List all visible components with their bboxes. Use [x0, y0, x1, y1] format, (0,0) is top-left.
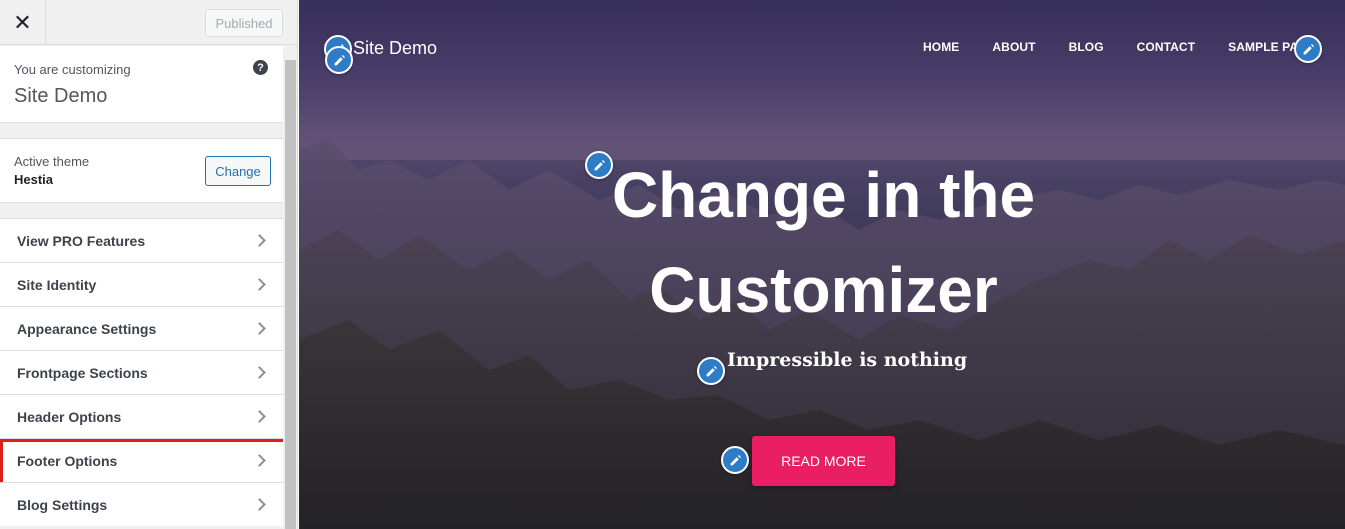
close-customizer-button[interactable]: ✕	[0, 0, 46, 45]
customizing-site-name: Site Demo	[14, 85, 108, 107]
menu-item-view-pro-features[interactable]: View PRO Features	[0, 218, 283, 262]
menu-item-blog-settings[interactable]: Blog Settings	[0, 482, 283, 526]
pencil-icon[interactable]	[721, 446, 749, 474]
read-more-button[interactable]: READ MORE	[752, 436, 895, 486]
customizer-menu: View PRO Features Site Identity Appearan…	[0, 218, 290, 526]
help-icon-glyph: ?	[257, 61, 264, 74]
customizer-header: ✕ Published	[0, 0, 297, 45]
nav-link-about[interactable]: ABOUT	[992, 40, 1035, 54]
change-theme-button[interactable]: Change	[205, 156, 271, 186]
chevron-right-icon	[253, 234, 266, 247]
primary-nav: HOME ABOUT BLOG CONTACT SAMPLE PAGE	[923, 40, 1316, 54]
menu-item-label: View PRO Features	[17, 233, 146, 249]
site-preview: Site Demo HOME ABOUT BLOG CONTACT SAMPLE…	[299, 0, 1345, 529]
chevron-right-icon	[253, 366, 266, 379]
menu-item-label: Blog Settings	[17, 497, 108, 513]
close-icon: ✕	[13, 9, 32, 35]
hero-title: Change in the Customizer	[611, 159, 1036, 326]
site-title[interactable]: Site Demo	[353, 38, 437, 59]
chevron-right-icon	[253, 322, 266, 335]
published-button[interactable]: Published	[205, 9, 283, 37]
customizing-info-panel: You are customizing Site Demo ?	[0, 46, 283, 123]
active-theme-name: Hestia	[14, 172, 54, 187]
menu-item-footer-options[interactable]: Footer Options	[0, 438, 290, 487]
pencil-icon[interactable]	[1294, 35, 1322, 63]
chevron-right-icon	[253, 278, 266, 291]
menu-item-label: Site Identity	[17, 277, 97, 293]
pencil-icon[interactable]	[325, 46, 353, 74]
nav-link-home[interactable]: HOME	[923, 40, 959, 54]
help-icon[interactable]: ?	[253, 60, 268, 75]
customizer-sidebar: ✕ Published You are customizing Site Dem…	[0, 0, 298, 529]
nav-link-blog[interactable]: BLOG	[1069, 40, 1104, 54]
menu-item-label: Footer Options	[17, 453, 118, 469]
menu-item-label: Appearance Settings	[17, 321, 157, 337]
nav-link-contact[interactable]: CONTACT	[1137, 40, 1195, 54]
customizing-label: You are customizing	[14, 62, 131, 77]
scrollbar-thumb[interactable]	[285, 60, 296, 529]
chevron-right-icon	[253, 454, 266, 467]
menu-item-label: Frontpage Sections	[17, 365, 148, 381]
chevron-right-icon	[253, 498, 266, 511]
menu-item-header-options[interactable]: Header Options	[0, 394, 283, 438]
active-theme-label: Active theme	[14, 154, 90, 169]
chevron-right-icon	[253, 410, 266, 423]
menu-item-label: Header Options	[17, 409, 122, 425]
menu-item-frontpage-sections[interactable]: Frontpage Sections	[0, 350, 283, 394]
menu-item-appearance-settings[interactable]: Appearance Settings	[0, 306, 283, 350]
pencil-icon[interactable]	[697, 357, 725, 385]
hero-subtitle: Impressible is nothing	[727, 349, 968, 371]
active-theme-panel: Active theme Hestia Change	[0, 138, 283, 203]
sidebar-scrollbar[interactable]	[283, 45, 297, 529]
menu-item-site-identity[interactable]: Site Identity	[0, 262, 283, 306]
